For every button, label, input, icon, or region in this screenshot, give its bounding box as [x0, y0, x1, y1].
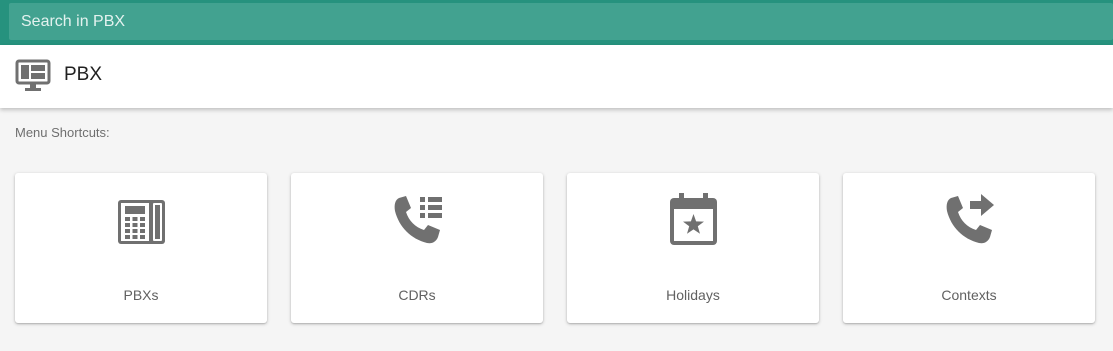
phone-log-icon: [394, 196, 442, 244]
shortcut-card-label: Contexts: [941, 287, 997, 303]
search-bar: [0, 0, 1113, 45]
shortcut-card-label: CDRs: [398, 287, 436, 303]
calendar-star-icon: [670, 193, 717, 245]
page-title: PBX: [64, 64, 103, 85]
menu-shortcuts-label: Menu Shortcuts:: [15, 125, 110, 140]
shortcut-card-label: Holidays: [666, 287, 720, 303]
shortcut-card-label: PBXs: [123, 287, 159, 303]
shortcut-card-holidays[interactable]: Holidays: [567, 173, 819, 323]
shortcut-card-contexts[interactable]: Contexts: [843, 173, 1095, 323]
shortcut-card-cdrs[interactable]: CDRs: [291, 173, 543, 323]
shortcut-card-pbxs[interactable]: PBXs: [15, 173, 267, 323]
search-input[interactable]: [9, 3, 1113, 40]
phone-forward-icon: [946, 194, 994, 244]
dashboard-monitor-icon: [15, 59, 51, 91]
desk-phone-icon: [118, 200, 165, 244]
page-header: PBX: [0, 45, 1113, 108]
